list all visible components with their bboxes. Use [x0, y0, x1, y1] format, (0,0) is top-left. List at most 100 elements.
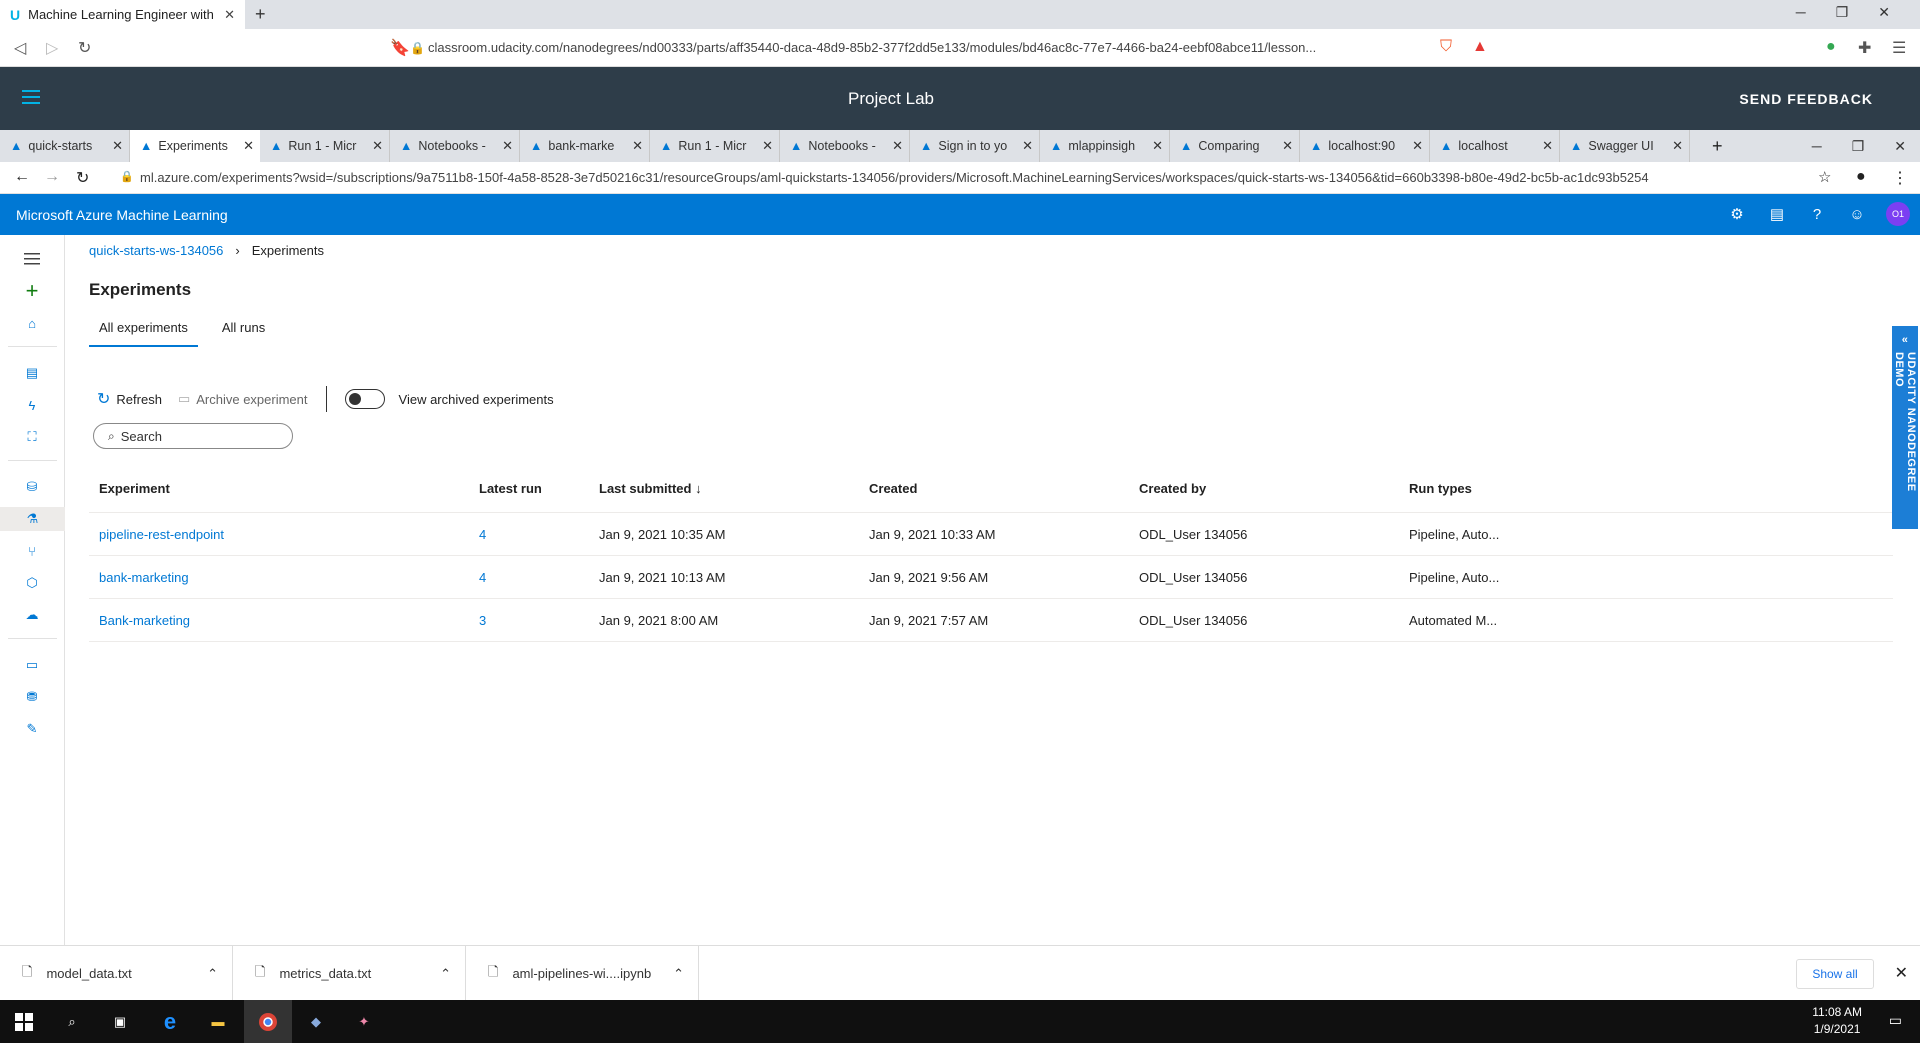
models-icon[interactable]: ⬡: [20, 571, 44, 595]
compute-icon[interactable]: ▭: [20, 653, 44, 677]
inner-tab[interactable]: ▲ localhost:90 ✕: [1300, 130, 1430, 162]
inner-tab[interactable]: ▲ Run 1 - Micr ✕: [650, 130, 780, 162]
back-icon[interactable]: ◁: [14, 38, 26, 58]
experiment-name-link[interactable]: Bank-marketing: [89, 613, 469, 628]
chevron-up-icon[interactable]: ⌃: [673, 966, 684, 982]
help-icon[interactable]: ?: [1806, 203, 1828, 225]
download-item[interactable]: 🗋 aml-pipelines-wi....ipynb ⌃: [466, 946, 699, 1001]
inner-close-button[interactable]: ✕: [1894, 138, 1906, 155]
kebab-menu-icon[interactable]: ⋮: [1892, 168, 1908, 188]
close-icon[interactable]: ✕: [502, 138, 513, 154]
menu-icon[interactable]: ☰: [1892, 38, 1906, 58]
experiment-name-link[interactable]: pipeline-rest-endpoint: [89, 527, 469, 542]
inner-minimize-button[interactable]: ─: [1812, 138, 1822, 155]
windows-start-icon[interactable]: [0, 1000, 48, 1043]
automl-icon[interactable]: ϟ: [20, 393, 44, 417]
tab-all-runs[interactable]: All runs: [212, 315, 275, 347]
refresh-button[interactable]: ↻ Refresh: [97, 385, 162, 413]
tab-all-experiments[interactable]: All experiments: [89, 315, 198, 347]
close-icon[interactable]: ✕: [1282, 138, 1293, 154]
restore-button[interactable]: ❐: [1836, 4, 1849, 21]
app-icon[interactable]: ◆: [292, 1000, 340, 1043]
notebooks-icon[interactable]: ▤: [20, 361, 44, 385]
inner-forward-icon[interactable]: →: [44, 168, 60, 186]
designer-icon[interactable]: ⛶: [20, 425, 44, 449]
ie-icon[interactable]: e: [146, 1000, 194, 1043]
inner-tab[interactable]: ▲ Swagger UI ✕: [1560, 130, 1690, 162]
search-input[interactable]: ⌕ Search: [93, 423, 293, 449]
inner-restore-button[interactable]: ❐: [1852, 138, 1865, 155]
chrome-icon[interactable]: [244, 1000, 292, 1043]
chevron-up-icon[interactable]: ⌃: [440, 966, 451, 982]
table-row[interactable]: bank-marketing 4 Jan 9, 2021 10:13 AM Ja…: [89, 556, 1893, 599]
header-created-by[interactable]: Created by: [1129, 481, 1399, 496]
close-downloads-icon[interactable]: ✕: [1895, 963, 1908, 983]
inner-tab[interactable]: ▲ quick-starts ✕: [0, 130, 130, 162]
table-row[interactable]: pipeline-rest-endpoint 4 Jan 9, 2021 10:…: [89, 513, 1893, 556]
brave-shield-icon[interactable]: ⛉: [1440, 38, 1452, 56]
udacity-demo-side-tab[interactable]: « UDACITY NANODEGREE DEMO: [1892, 326, 1918, 529]
task-view-icon[interactable]: ▣: [96, 1000, 144, 1043]
download-item[interactable]: 🗋 model_data.txt ⌃: [0, 946, 233, 1001]
close-icon[interactable]: ✕: [762, 138, 773, 154]
notifications-taskbar-icon[interactable]: ▭: [1889, 1012, 1902, 1029]
home-icon[interactable]: ⌂: [20, 311, 44, 335]
minimize-button[interactable]: ─: [1796, 4, 1806, 21]
avatar[interactable]: O1: [1886, 202, 1910, 226]
latest-run-link[interactable]: 3: [469, 613, 589, 628]
header-last-submitted[interactable]: Last submitted ↓: [589, 481, 859, 496]
file-explorer-icon[interactable]: ▬: [194, 1000, 242, 1043]
experiment-name-link[interactable]: bank-marketing: [89, 570, 469, 585]
inner-tab[interactable]: ▲ mlappinsigh ✕: [1040, 130, 1170, 162]
send-feedback-button[interactable]: SEND FEEDBACK: [1739, 91, 1873, 107]
close-icon[interactable]: ✕: [632, 138, 643, 154]
close-icon[interactable]: ✕: [243, 138, 254, 154]
inner-tab[interactable]: ▲ Experiments ✕: [130, 130, 260, 162]
inner-tab[interactable]: ▲ Notebooks - ✕: [390, 130, 520, 162]
labeling-icon[interactable]: ✎: [20, 717, 44, 741]
experiments-icon[interactable]: ⚗: [0, 507, 65, 531]
inner-tab[interactable]: ▲ Sign in to yo ✕: [910, 130, 1040, 162]
datasets-icon[interactable]: ⛁: [20, 475, 44, 499]
latest-run-link[interactable]: 4: [469, 570, 589, 585]
new-tab-button[interactable]: +: [255, 4, 266, 25]
reload-icon[interactable]: ↻: [78, 38, 91, 58]
address-bar[interactable]: classroom.udacity.com/nanodegrees/nd0033…: [428, 40, 1316, 55]
nav-hamburger-icon[interactable]: [20, 247, 44, 271]
download-item[interactable]: 🗋 metrics_data.txt ⌃: [233, 946, 466, 1001]
bookmark-icon[interactable]: 🔖: [390, 38, 410, 58]
puzzle-icon[interactable]: ✚: [1858, 38, 1871, 58]
header-created[interactable]: Created: [859, 481, 1129, 496]
latest-run-link[interactable]: 4: [469, 527, 589, 542]
close-icon[interactable]: ✕: [224, 7, 235, 23]
endpoints-icon[interactable]: ☁: [20, 603, 44, 627]
star-icon[interactable]: ☆: [1818, 168, 1831, 186]
breadcrumb-workspace-link[interactable]: quick-starts-ws-134056: [89, 243, 223, 258]
datastores-icon[interactable]: ⛃: [20, 685, 44, 709]
create-new-icon[interactable]: +: [20, 278, 44, 303]
show-all-button[interactable]: Show all: [1796, 959, 1874, 989]
header-latest-run[interactable]: Latest run: [469, 481, 589, 496]
profile-icon[interactable]: ●: [1856, 168, 1866, 186]
close-icon[interactable]: ✕: [112, 138, 123, 154]
inner-address-bar[interactable]: ml.azure.com/experiments?wsid=/subscript…: [140, 170, 1649, 185]
close-icon[interactable]: ✕: [1022, 138, 1033, 154]
extension-icon[interactable]: ●: [1826, 38, 1836, 56]
header-run-types[interactable]: Run types: [1399, 481, 1699, 496]
close-icon[interactable]: ✕: [372, 138, 383, 154]
chevron-up-icon[interactable]: ⌃: [207, 966, 218, 982]
settings-icon[interactable]: ⚙: [1726, 203, 1748, 225]
table-row[interactable]: Bank-marketing 3 Jan 9, 2021 8:00 AM Jan…: [89, 599, 1893, 642]
pipelines-icon[interactable]: ⑂: [20, 539, 44, 563]
inner-tab[interactable]: ▲ Run 1 - Micr ✕: [260, 130, 390, 162]
brave-rewards-icon[interactable]: ▲: [1472, 38, 1488, 56]
view-archived-toggle[interactable]: [344, 389, 385, 409]
git-icon[interactable]: ✦: [340, 1000, 388, 1043]
close-icon[interactable]: ✕: [1672, 138, 1683, 154]
close-icon[interactable]: ✕: [1152, 138, 1163, 154]
inner-tab[interactable]: ▲ Notebooks - ✕: [780, 130, 910, 162]
header-experiment[interactable]: Experiment: [89, 481, 469, 496]
inner-reload-icon[interactable]: ↻: [76, 168, 89, 188]
inner-back-icon[interactable]: ←: [14, 168, 30, 186]
outer-tab[interactable]: U Machine Learning Engineer with M ✕: [0, 0, 245, 29]
